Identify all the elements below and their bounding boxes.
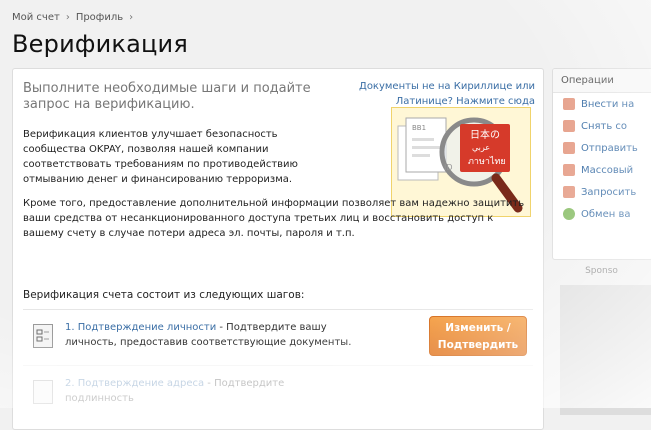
sidebar-item-send[interactable]: Отправить xyxy=(553,137,651,159)
step-identity-title[interactable]: 1. Подтверждение личности xyxy=(65,322,216,333)
operations-sidebar: Операции Внести на Снять со Отправить Ма… xyxy=(552,68,651,260)
sidebar-item-label: Массовый xyxy=(581,164,634,176)
sidebar-item-deposit[interactable]: Внести на xyxy=(553,93,651,115)
breadcrumb-profile[interactable]: Профиль xyxy=(76,12,123,23)
sponsor-label: Sponso xyxy=(585,266,618,276)
edit-confirm-button[interactable]: Изменить / Подтвердить xyxy=(429,316,527,356)
sidebar-item-exchange[interactable]: Обмен ва xyxy=(553,203,651,225)
breadcrumb-my-account[interactable]: Мой счет xyxy=(12,12,60,23)
mass-payment-icon xyxy=(563,164,575,176)
sidebar-item-mass[interactable]: Массовый xyxy=(553,159,651,181)
step-address: 2. Подтверждение адреса - Подтвердите по… xyxy=(23,365,533,416)
label-id: ID xyxy=(444,163,453,172)
request-icon xyxy=(563,186,575,198)
breadcrumb-separator: › xyxy=(129,12,134,23)
doc-label: BB1 xyxy=(412,124,426,132)
second-paragraph: Кроме того, предоставление дополнительно… xyxy=(23,198,525,239)
label-japanese: 日本の xyxy=(470,128,500,141)
sidebar-item-label: Отправить xyxy=(581,142,638,154)
deposit-icon xyxy=(563,98,575,110)
sidebar-item-label: Обмен ва xyxy=(581,208,631,220)
document-icon xyxy=(33,380,53,404)
step-identity: 1. Подтверждение личности - Подтвердите … xyxy=(23,309,533,366)
sidebar-item-label: Запросить xyxy=(581,186,637,198)
sidebar-item-label: Снять со xyxy=(581,120,628,132)
document-check-icon xyxy=(33,324,53,348)
sponsor-banner[interactable] xyxy=(560,285,651,415)
step-identity-text: 1. Подтверждение личности - Подтвердите … xyxy=(65,320,355,350)
documents-help-link[interactable]: Документы не на Кириллице или Латинице? … xyxy=(325,79,535,109)
sidebar-item-withdraw[interactable]: Снять со xyxy=(553,115,651,137)
step-address-text: 2. Подтверждение адреса - Подтвердите по… xyxy=(65,376,355,406)
breadcrumb-separator: › xyxy=(65,12,70,23)
sidebar-item-request[interactable]: Запросить xyxy=(553,181,651,203)
step-address-title[interactable]: 2. Подтверждение адреса xyxy=(65,378,204,389)
steps-title: Верификация счета состоит из следующих ш… xyxy=(23,289,305,301)
exchange-icon xyxy=(563,208,575,220)
headline: Выполните необходимые шаги и подайте зап… xyxy=(23,81,311,112)
breadcrumb: Мой счет › Профиль › xyxy=(12,12,133,23)
page-title: Верификация xyxy=(12,30,188,58)
withdraw-icon xyxy=(563,120,575,132)
label-thai: ภาษาไทย xyxy=(468,156,506,167)
operations-title: Операции xyxy=(553,69,651,93)
send-icon xyxy=(563,142,575,154)
intro-paragraph: Верификация клиентов улучшает безопаснос… xyxy=(23,129,298,185)
verification-panel: Выполните необходимые шаги и подайте зап… xyxy=(12,68,544,430)
sidebar-item-label: Внести на xyxy=(581,98,635,110)
label-arabic: عربي xyxy=(472,143,490,152)
